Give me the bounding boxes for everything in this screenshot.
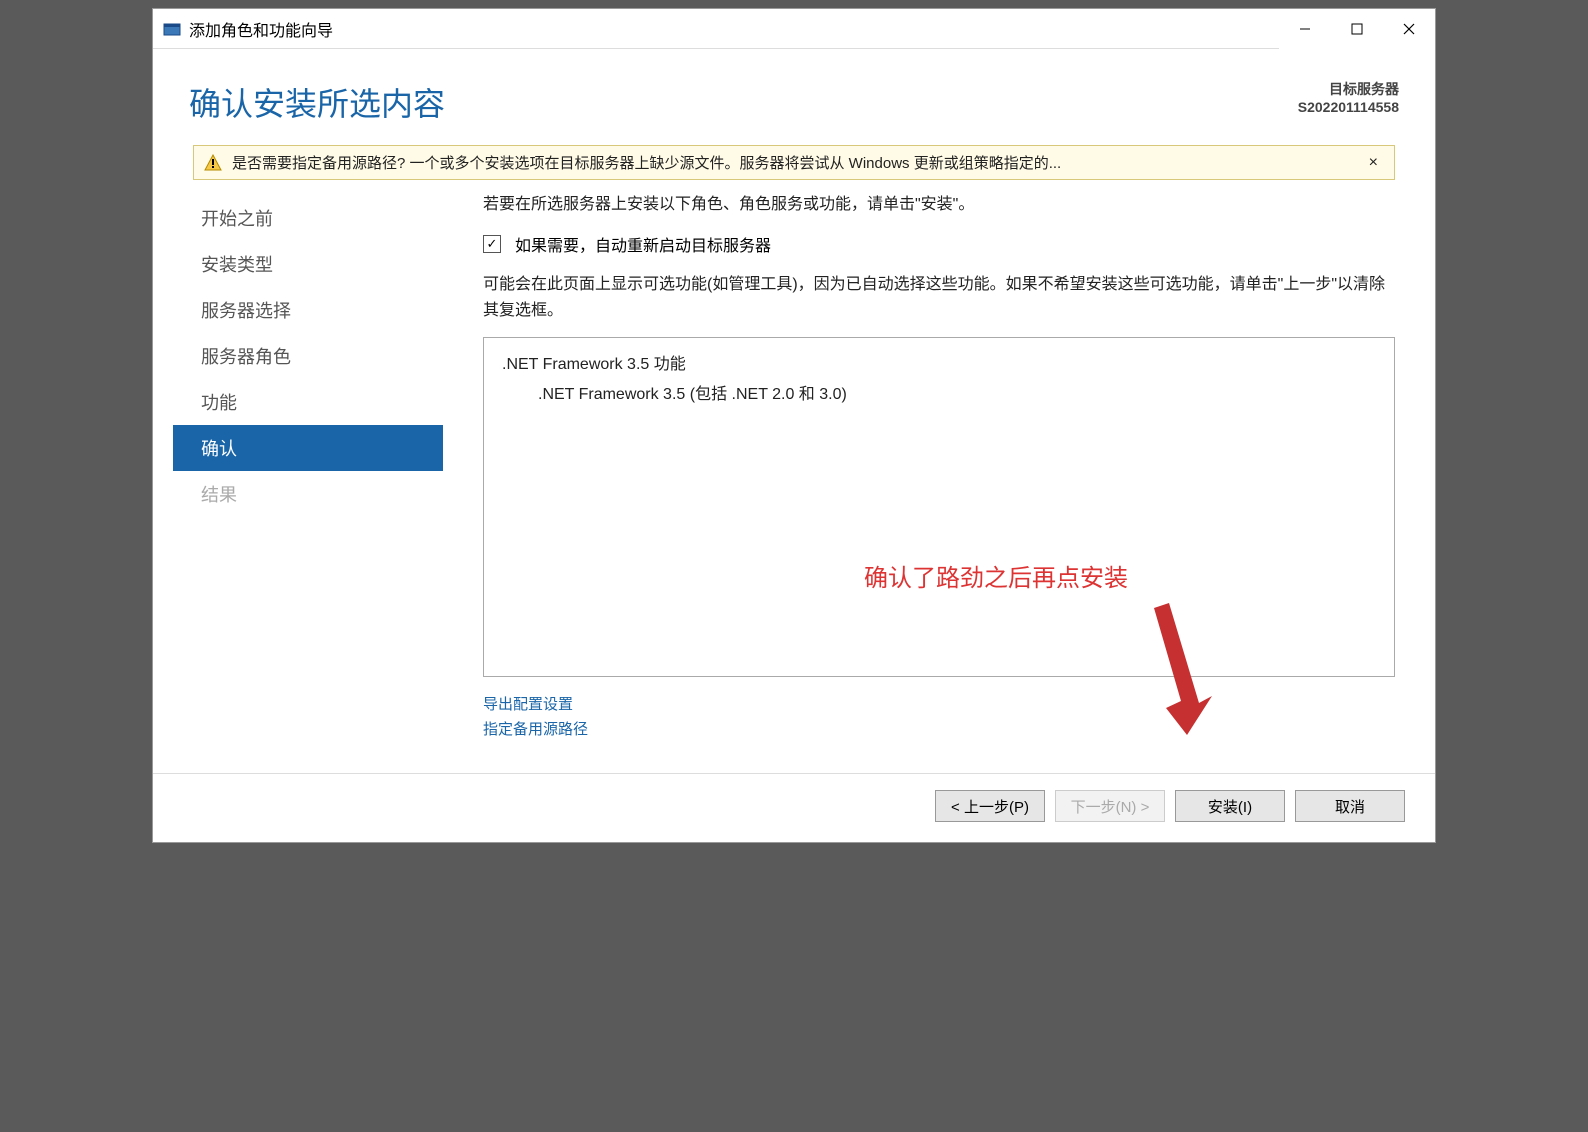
app-icon	[163, 20, 181, 38]
sidebar-item-install-type[interactable]: 安装类型	[173, 241, 443, 287]
columns: 开始之前 安装类型 服务器选择 服务器角色 功能 确认 结果 若要在所选服务器上…	[173, 190, 1415, 753]
link-group: 导出配置设置 指定备用源路径	[483, 693, 1395, 743]
instruction-text: 若要在所选服务器上安装以下角色、角色服务或功能，请单击"安装"。	[483, 190, 1395, 214]
minimize-button[interactable]	[1279, 9, 1331, 49]
annotation-text: 确认了路劲之后再点安装	[864, 558, 1128, 593]
wizard-sidebar: 开始之前 安装类型 服务器选择 服务器角色 功能 确认 结果	[173, 190, 443, 753]
wizard-footer: < 上一步(P) 下一步(N) > 安装(I) 取消	[153, 773, 1435, 842]
optional-features-note: 可能会在此页面上显示可选功能(如管理工具)，因为已自动选择这些功能。如果不希望安…	[483, 272, 1395, 323]
sidebar-item-confirm[interactable]: 确认	[173, 425, 443, 471]
wizard-window: 添加角色和功能向导 确认安装所选内容 目标服务器 S202201114558 是…	[152, 8, 1436, 843]
window-controls	[1279, 9, 1435, 49]
sidebar-item-features[interactable]: 功能	[173, 379, 443, 425]
target-server-value: S202201114558	[1298, 99, 1399, 115]
page-title: 确认安装所选内容	[189, 79, 445, 125]
titlebar: 添加角色和功能向导	[153, 9, 1435, 49]
features-listbox: .NET Framework 3.5 功能 .NET Framework 3.5…	[483, 337, 1395, 677]
sidebar-item-before-begin[interactable]: 开始之前	[173, 195, 443, 241]
sidebar-item-server-select[interactable]: 服务器选择	[173, 287, 443, 333]
window-title: 添加角色和功能向导	[189, 17, 1279, 41]
restart-checkbox-label: 如果需要，自动重新启动目标服务器	[515, 232, 771, 256]
close-button[interactable]	[1383, 9, 1435, 49]
specify-source-link[interactable]: 指定备用源路径	[483, 718, 1395, 739]
restart-checkbox-row: ✓ 如果需要，自动重新启动目标服务器	[483, 232, 1395, 256]
wizard-body: 是否需要指定备用源路径? 一个或多个安装选项在目标服务器上缺少源文件。服务器将尝…	[153, 145, 1435, 773]
feature-item-child: .NET Framework 3.5 (包括 .NET 2.0 和 3.0)	[538, 380, 1376, 404]
target-server-label: 目标服务器	[1298, 79, 1399, 99]
warning-close-button[interactable]: ×	[1363, 154, 1384, 172]
warning-text: 是否需要指定备用源路径? 一个或多个安装选项在目标服务器上缺少源文件。服务器将尝…	[232, 152, 1353, 173]
warning-bar: 是否需要指定备用源路径? 一个或多个安装选项在目标服务器上缺少源文件。服务器将尝…	[193, 145, 1395, 180]
next-button: 下一步(N) >	[1055, 790, 1165, 822]
restart-checkbox[interactable]: ✓	[483, 235, 501, 253]
main-pane: 若要在所选服务器上安装以下角色、角色服务或功能，请单击"安装"。 ✓ 如果需要，…	[443, 190, 1415, 753]
sidebar-item-server-roles[interactable]: 服务器角色	[173, 333, 443, 379]
install-button[interactable]: 安装(I)	[1175, 790, 1285, 822]
maximize-button[interactable]	[1331, 9, 1383, 49]
previous-button[interactable]: < 上一步(P)	[935, 790, 1045, 822]
sidebar-item-results: 结果	[173, 471, 443, 517]
warning-icon	[204, 154, 222, 172]
export-config-link[interactable]: 导出配置设置	[483, 693, 1395, 714]
feature-item-parent: .NET Framework 3.5 功能	[502, 350, 1376, 374]
cancel-button[interactable]: 取消	[1295, 790, 1405, 822]
wizard-header: 确认安装所选内容 目标服务器 S202201114558	[153, 49, 1435, 145]
